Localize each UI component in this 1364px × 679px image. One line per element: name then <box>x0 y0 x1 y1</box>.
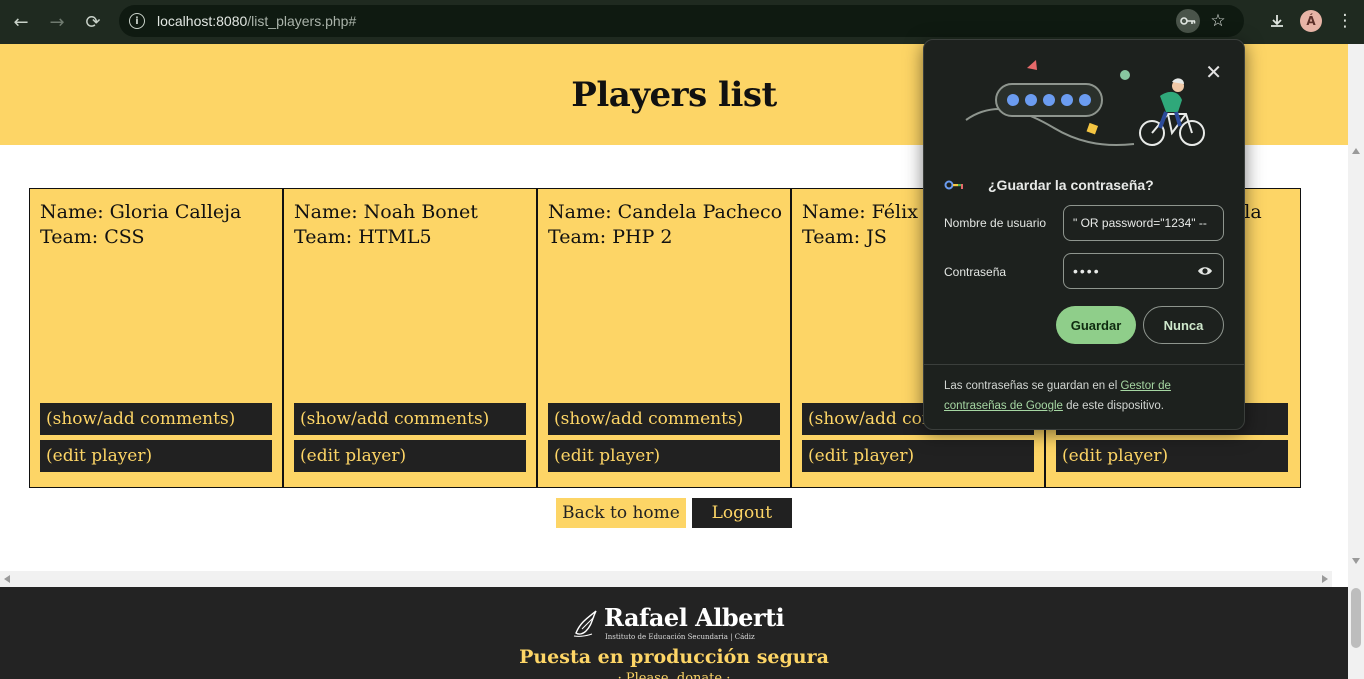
player-team: Team: CSS <box>40 226 145 248</box>
footnote-text-pre: Las contraseñas se guardan en el <box>944 380 1121 392</box>
url-host: localhost:8080 <box>157 13 248 29</box>
back-to-home-link[interactable]: Back to home <box>556 498 686 528</box>
reload-icon[interactable]: ⟳ <box>75 4 111 40</box>
show-comments-link[interactable]: (show/add comments) <box>294 403 526 435</box>
browser-toolbar: ← → ⟳ i localhost:8080/list_players.php#… <box>0 0 1364 44</box>
save-password-dialog: ✕ ¿Guardar la contraseña? Nombre de usua… <box>923 39 1245 430</box>
download-icon[interactable] <box>1264 6 1290 36</box>
footnote-text-post: de este dispositivo. <box>1062 400 1164 412</box>
save-password-button[interactable]: Guardar <box>1056 306 1136 344</box>
dialog-title-row: ¿Guardar la contraseña? <box>944 177 1154 193</box>
avatar[interactable]: Á <box>1300 10 1322 32</box>
logo-name: Rafael Alberti <box>604 603 785 632</box>
dove-icon <box>573 610 597 637</box>
player-name: Name: Noah Bonet <box>294 201 478 223</box>
never-button[interactable]: Nunca <box>1143 306 1224 344</box>
scroll-up-arrow-icon[interactable] <box>1352 148 1360 154</box>
username-label: Nombre de usuario <box>944 216 1047 230</box>
password-label: Contraseña <box>944 265 1007 279</box>
kebab-menu-icon[interactable]: ⋮ <box>1332 6 1358 36</box>
edit-player-link[interactable]: (edit player) <box>802 440 1034 472</box>
scroll-down-arrow-icon[interactable] <box>1352 558 1360 564</box>
player-card: Name: Noah Bonet Team: HTML5 (show/add c… <box>284 189 538 487</box>
player-team: Team: HTML5 <box>294 226 432 248</box>
page-footer: Rafael Alberti Instituto de Educación Se… <box>0 587 1348 679</box>
scroll-right-arrow-icon[interactable] <box>1322 575 1328 583</box>
url-path: /list_players.php# <box>247 13 357 29</box>
info-icon[interactable]: i <box>129 13 145 29</box>
bottom-links: Back to home Logout <box>0 498 1348 528</box>
logout-button[interactable]: Logout <box>691 498 792 528</box>
password-field[interactable]: •••• <box>1063 253 1224 289</box>
edit-player-link[interactable]: (edit player) <box>294 440 526 472</box>
scroll-left-arrow-icon[interactable] <box>4 575 10 583</box>
player-team: Team: PHP 2 <box>548 226 673 248</box>
footer-partial-text: · Please, donate · <box>617 671 731 679</box>
school-logo: Rafael Alberti Instituto de Educación Se… <box>572 603 785 645</box>
page-title: Players list <box>571 74 777 115</box>
google-key-icon <box>944 180 963 190</box>
key-icon[interactable] <box>1176 9 1200 33</box>
scrollbar-thumb[interactable] <box>1351 588 1361 648</box>
password-illustration <box>965 60 1205 147</box>
star-icon[interactable]: ☆ <box>1206 9 1230 33</box>
horizontal-scrollbar[interactable] <box>0 571 1332 587</box>
address-bar[interactable]: i localhost:8080/list_players.php# ☆ <box>119 5 1244 37</box>
edit-player-link[interactable]: (edit player) <box>1056 440 1288 472</box>
eye-icon[interactable] <box>1197 263 1213 279</box>
player-card: Name: Candela Pacheco Team: PHP 2 (show/… <box>538 189 792 487</box>
forward-arrow-icon[interactable]: → <box>39 4 75 40</box>
show-comments-link[interactable]: (show/add comments) <box>548 403 780 435</box>
edit-player-link[interactable]: (edit player) <box>40 440 272 472</box>
back-arrow-icon[interactable]: ← <box>3 4 39 40</box>
dialog-title: ¿Guardar la contraseña? <box>988 177 1154 193</box>
footer-subtitle: Puesta en producción segura <box>519 646 829 668</box>
player-name: Name: Gloria Calleja <box>40 201 242 223</box>
player-name: Name: Candela Pacheco <box>548 201 783 223</box>
username-field[interactable]: " OR password="1234" -- <box>1063 205 1224 241</box>
vertical-scrollbar[interactable] <box>1348 44 1364 679</box>
dialog-footnote: Las contraseñas se guardan en el Gestor … <box>924 364 1244 429</box>
show-comments-link[interactable]: (show/add comments) <box>40 403 272 435</box>
password-value: •••• <box>1073 263 1101 279</box>
edit-player-link[interactable]: (edit player) <box>548 440 780 472</box>
logo-subtitle: Instituto de Educación Secundaria | Cádi… <box>605 633 755 641</box>
player-card: Name: Gloria Calleja Team: CSS (show/add… <box>30 189 284 487</box>
close-icon[interactable]: ✕ <box>1205 60 1222 84</box>
url-text[interactable]: localhost:8080/list_players.php# <box>157 13 356 29</box>
